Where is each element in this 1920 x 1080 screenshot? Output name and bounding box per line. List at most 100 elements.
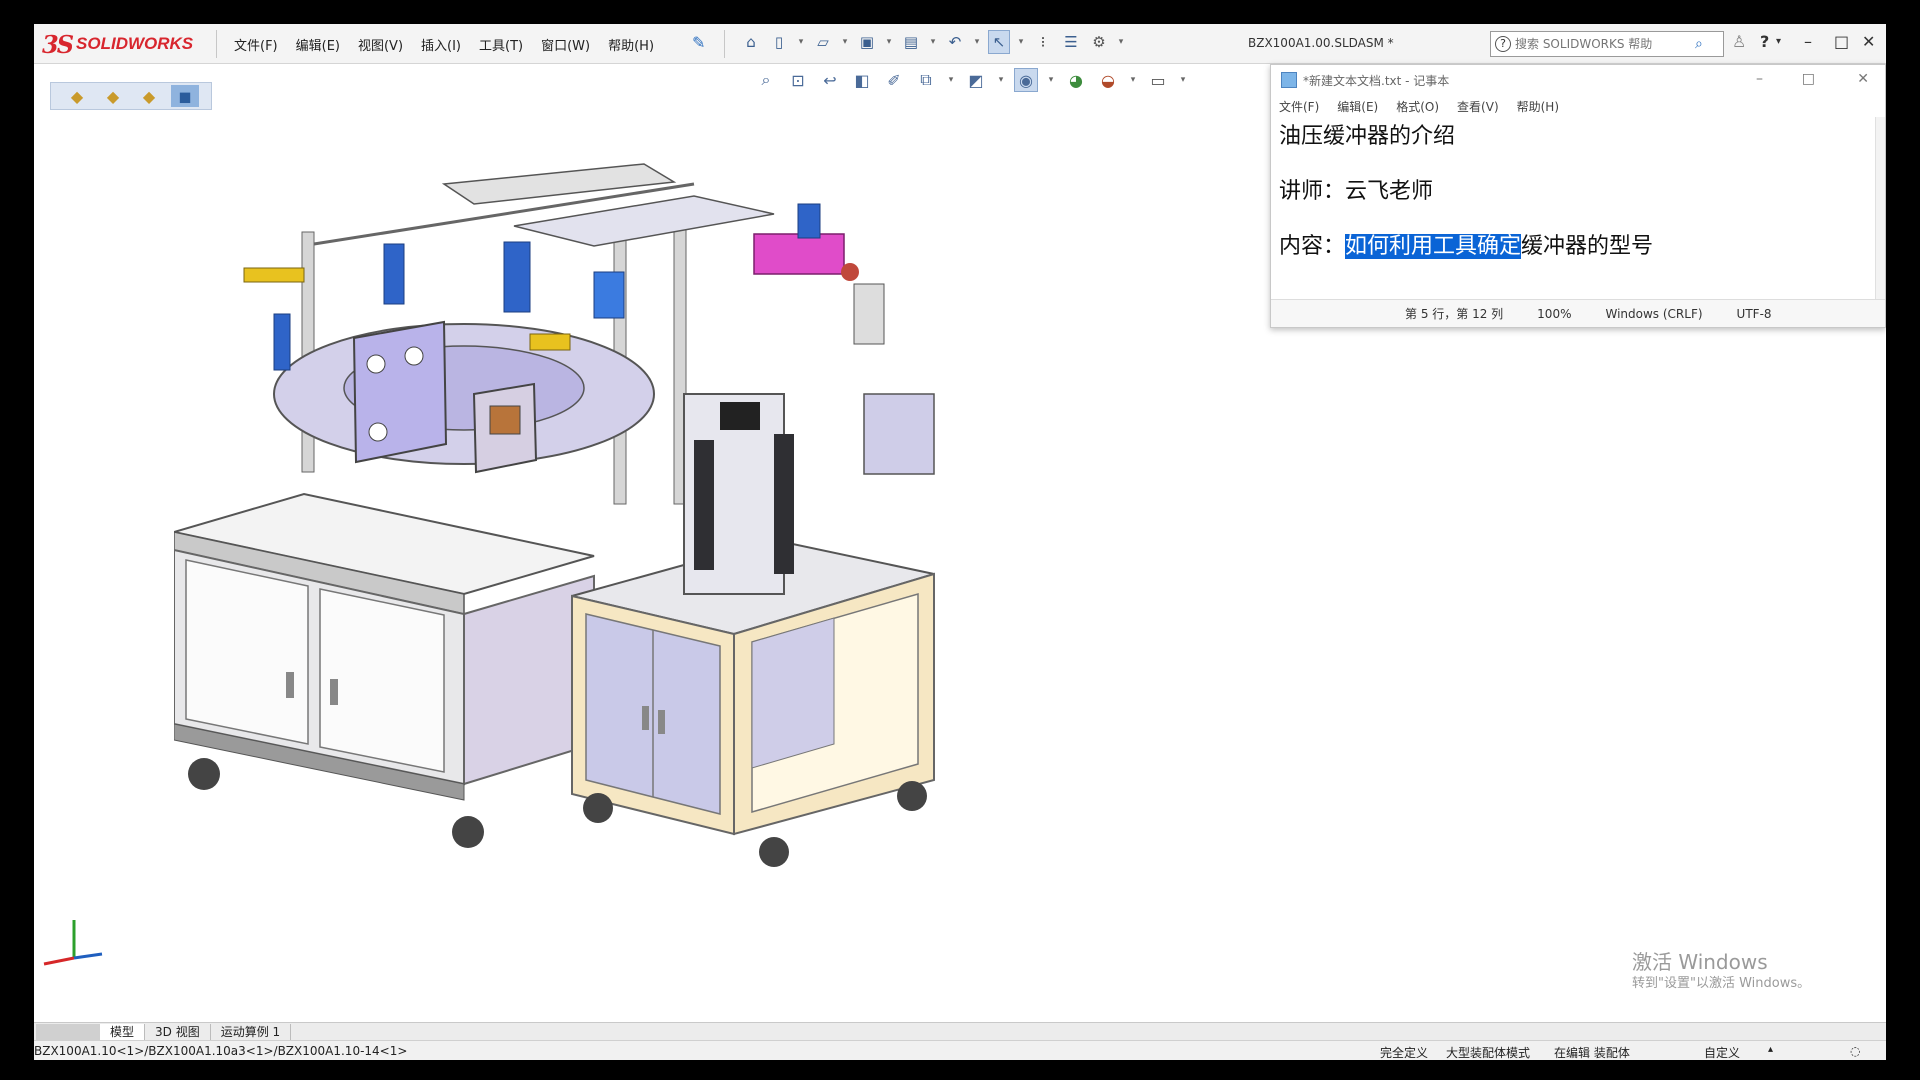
solidworks-window: 3S SOLIDWORKS 文件(F) 编辑(E) 视图(V) 插入(I) 工具… xyxy=(34,24,1886,1060)
zoom-level: 100% xyxy=(1537,306,1572,321)
isometric-view-icon[interactable]: ◼ xyxy=(171,85,199,107)
component-path: BZX100A1.10<1>/BZX100A1.10a3<1>/BZX100A1… xyxy=(34,1044,408,1058)
menu-view[interactable]: 视图(V) xyxy=(358,35,403,54)
undo-icon[interactable]: ↶ xyxy=(944,30,966,54)
chevron-down-icon[interactable]: ▾ xyxy=(996,68,1006,92)
chevron-down-icon[interactable]: ▾ xyxy=(1776,36,1781,47)
servo-driver xyxy=(694,440,714,570)
close-icon[interactable]: ✕ xyxy=(1857,71,1869,87)
new-document-icon[interactable]: ▯ xyxy=(768,30,790,54)
search-input[interactable] xyxy=(1515,37,1695,51)
front-view-icon[interactable]: ◆ xyxy=(63,85,91,107)
large-assembly-status: 大型装配体模式 xyxy=(1446,1046,1531,1060)
minimize-icon[interactable]: – xyxy=(1804,32,1812,51)
section-view-icon[interactable]: ◧ xyxy=(850,68,874,92)
caster-wheel xyxy=(452,816,484,848)
view-orientation-icon[interactable]: ⧉ xyxy=(914,68,938,92)
side-bracket xyxy=(853,283,885,345)
menu-insert[interactable]: 插入(I) xyxy=(421,35,461,54)
custom-units-button[interactable]: 自定义 xyxy=(1704,1044,1740,1060)
menu-file[interactable]: 文件(F) xyxy=(234,35,278,54)
chevron-down-icon[interactable]: ▾ xyxy=(840,30,850,54)
feedback-icon[interactable]: ◌ xyxy=(1850,1044,1860,1058)
notepad-text-area[interactable]: 油压缓冲器的介绍 讲师：云飞老师 内容：如何利用工具确定缓冲器的型号 xyxy=(1271,117,1885,299)
close-icon[interactable]: ✕ xyxy=(1862,32,1875,51)
activation-watermark-text: 转到"设置"以激活 Windows。 xyxy=(1632,976,1811,991)
bracket-hole xyxy=(368,422,388,442)
file-properties-icon[interactable]: ☰ xyxy=(1060,30,1082,54)
np-menu-view[interactable]: 查看(V) xyxy=(1457,98,1499,115)
chevron-down-icon[interactable]: ▾ xyxy=(1046,68,1056,92)
tab-motion-study[interactable]: 运动算例 1 xyxy=(211,1023,292,1040)
maximize-icon[interactable]: □ xyxy=(1802,71,1815,87)
view-settings-icon[interactable]: ▭ xyxy=(1146,68,1170,92)
chevron-down-icon[interactable]: ▾ xyxy=(1178,68,1188,92)
tab-3d-view[interactable]: 3D 视图 xyxy=(145,1023,211,1040)
chevron-down-icon[interactable]: ▾ xyxy=(796,30,806,54)
red-knob xyxy=(841,263,859,281)
z-axis-icon xyxy=(73,952,103,960)
gear-icon[interactable]: ⚙ xyxy=(1088,30,1110,54)
vertical-scrollbar[interactable] xyxy=(1875,117,1885,299)
chevron-down-icon[interactable]: ▾ xyxy=(928,30,938,54)
tab-model[interactable]: 模型 xyxy=(100,1023,146,1040)
logo-text: SOLIDWORKS xyxy=(76,34,194,53)
chevron-down-icon[interactable]: ▾ xyxy=(884,30,894,54)
help-icon[interactable]: ? xyxy=(1760,32,1769,51)
hide-show-items-icon[interactable]: ◉ xyxy=(1014,68,1038,92)
notepad-titlebar[interactable]: *新建文本文档.txt - 记事本 – □ ✕ xyxy=(1271,65,1885,95)
cursor-position: 第 5 行，第 12 列 xyxy=(1405,307,1504,321)
np-menu-edit[interactable]: 编辑(E) xyxy=(1337,98,1378,115)
maximize-icon[interactable]: □ xyxy=(1834,32,1849,51)
home-icon[interactable]: ⌂ xyxy=(740,30,762,54)
tab-scroll-arrows[interactable] xyxy=(36,1023,100,1040)
yellow-plate xyxy=(529,333,571,351)
solidworks-logo[interactable]: 3S SOLIDWORKS xyxy=(42,28,210,60)
np-menu-format[interactable]: 格式(O) xyxy=(1396,98,1439,115)
notepad-icon xyxy=(1281,72,1297,88)
line-ending: Windows (CRLF) xyxy=(1605,306,1703,321)
top-view-icon[interactable]: ◆ xyxy=(99,85,127,107)
save-icon[interactable]: ▣ xyxy=(856,30,878,54)
standard-toolbar: ⌂ ▯ ▾ ▱ ▾ ▣ ▾ ▤ ▾ ↶ ▾ ↖ ▾ ⁝ ☰ ⚙ ▾ xyxy=(740,30,1126,54)
edit-appearance-icon[interactable]: ◕ xyxy=(1064,68,1088,92)
chevron-down-icon[interactable]: ▾ xyxy=(1016,30,1026,54)
chevron-down-icon[interactable]: ▾ xyxy=(972,30,982,54)
minimize-icon[interactable]: – xyxy=(1756,71,1763,87)
previous-view-icon[interactable]: ↩ xyxy=(818,68,842,92)
dynamic-annotation-icon[interactable]: ✐ xyxy=(882,68,906,92)
print-icon[interactable]: ▤ xyxy=(900,30,922,54)
open-folder-icon[interactable]: ▱ xyxy=(812,30,834,54)
side-panel xyxy=(863,393,935,475)
zoom-to-fit-icon[interactable]: ⌕ xyxy=(754,68,778,92)
right-view-icon[interactable]: ◆ xyxy=(135,85,163,107)
help-search[interactable]: ? ⌕ xyxy=(1490,31,1724,57)
zoom-to-area-icon[interactable]: ⊡ xyxy=(786,68,810,92)
traffic-light-icon[interactable]: ⁝ xyxy=(1032,30,1054,54)
menu-window[interactable]: 窗口(W) xyxy=(541,35,590,54)
chevron-up-icon[interactable]: ▴ xyxy=(1768,1044,1773,1055)
chevron-down-icon[interactable]: ▾ xyxy=(1128,68,1138,92)
menu-edit[interactable]: 编辑(E) xyxy=(296,35,340,54)
assembly-model-viewport[interactable] xyxy=(174,144,1154,924)
select-cursor-icon[interactable]: ↖ xyxy=(988,30,1010,54)
search-icon[interactable]: ⌕ xyxy=(1695,36,1703,52)
chevron-down-icon[interactable]: ▾ xyxy=(946,68,956,92)
np-menu-help[interactable]: 帮助(H) xyxy=(1517,98,1559,115)
apply-scene-icon[interactable]: ◒ xyxy=(1096,68,1120,92)
door-handle xyxy=(286,672,294,698)
display-style-icon[interactable]: ◩ xyxy=(964,68,988,92)
notepad-title: *新建文本文档.txt - 记事本 xyxy=(1303,73,1450,88)
content-prefix: 内容： xyxy=(1279,234,1346,259)
station-bracket xyxy=(352,320,448,464)
pin-icon[interactable]: ✎ xyxy=(692,33,705,52)
encoding: UTF-8 xyxy=(1736,306,1772,321)
menu-help[interactable]: 帮助(H) xyxy=(608,35,654,54)
chevron-down-icon[interactable]: ▾ xyxy=(1116,30,1126,54)
cabinet-door xyxy=(185,559,309,745)
menu-tools[interactable]: 工具(T) xyxy=(479,35,523,54)
np-menu-file[interactable]: 文件(F) xyxy=(1279,98,1319,115)
help-question-icon: ? xyxy=(1495,36,1511,52)
notepad-window: *新建文本文档.txt - 记事本 – □ ✕ 文件(F) 编辑(E) 格式(O… xyxy=(1270,64,1886,328)
user-icon[interactable]: ♙ xyxy=(1732,32,1746,51)
